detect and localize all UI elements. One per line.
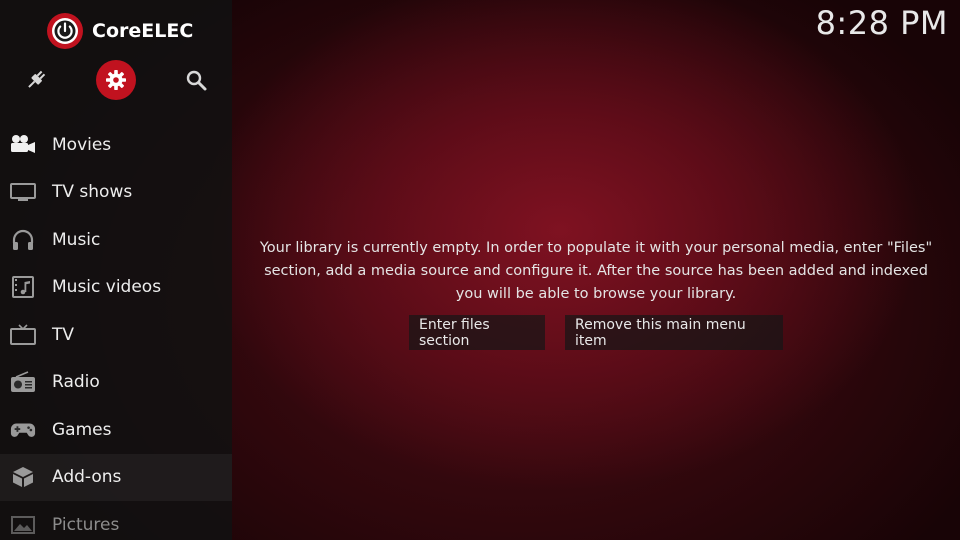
sidebar-item-label: Music videos bbox=[52, 277, 162, 298]
headphones-icon bbox=[10, 227, 36, 253]
sidebar-item-label: Pictures bbox=[52, 514, 120, 535]
sidebar-item-label: Add-ons bbox=[52, 467, 122, 488]
kodi-home-screen: CoreELEC Movies TV shows Music Music vid… bbox=[0, 0, 960, 540]
clock: 8:28 PM bbox=[815, 4, 948, 42]
sidebar-item-tv-shows[interactable]: TV shows bbox=[0, 169, 232, 217]
movie-camera-icon bbox=[10, 132, 36, 158]
sidebar-item-radio[interactable]: Radio bbox=[0, 359, 232, 407]
sidebar-item-music[interactable]: Music bbox=[0, 216, 232, 264]
top-icon-bar bbox=[0, 60, 232, 102]
monitor-icon bbox=[10, 179, 36, 205]
main-menu: Movies TV shows Music Music videos TV Ra… bbox=[0, 121, 232, 540]
picture-icon bbox=[10, 512, 36, 538]
action-buttons: Enter files section Remove this main men… bbox=[409, 315, 803, 350]
sidebar-item-label: TV shows bbox=[52, 182, 133, 203]
power-plug-icon[interactable] bbox=[16, 60, 56, 100]
sidebar-item-tv[interactable]: TV bbox=[0, 311, 232, 359]
sidebar-item-label: Radio bbox=[52, 372, 100, 393]
sidebar-item-movies[interactable]: Movies bbox=[0, 121, 232, 169]
sidebar-item-add-ons[interactable]: Add-ons bbox=[0, 453, 232, 501]
gear-icon[interactable] bbox=[96, 60, 136, 100]
radio-icon bbox=[10, 369, 36, 395]
sidebar-item-label: Music bbox=[52, 229, 101, 250]
power-logo-icon bbox=[46, 12, 84, 50]
sidebar-item-music-videos[interactable]: Music videos bbox=[0, 264, 232, 312]
sidebar-item-label: Games bbox=[52, 419, 112, 440]
coreelec-logo: CoreELEC bbox=[46, 10, 193, 52]
enter-files-section-button[interactable]: Enter files section bbox=[409, 315, 545, 350]
addons-box-icon bbox=[10, 464, 36, 490]
sidebar-item-label: Movies bbox=[52, 134, 112, 155]
sidebar-item-label: TV bbox=[52, 324, 75, 345]
brand-name: CoreELEC bbox=[92, 20, 194, 42]
sidebar-item-pictures[interactable]: Pictures bbox=[0, 501, 232, 540]
remove-menu-item-button[interactable]: Remove this main menu item bbox=[565, 315, 783, 350]
search-icon[interactable] bbox=[176, 60, 216, 100]
music-video-icon bbox=[10, 274, 36, 300]
sidebar: CoreELEC Movies TV shows Music Music vid… bbox=[0, 0, 232, 540]
gamepad-icon bbox=[10, 417, 36, 443]
tv-icon bbox=[10, 322, 36, 348]
sidebar-item-games[interactable]: Games bbox=[0, 406, 232, 454]
empty-library-message: Your library is currently empty. In orde… bbox=[259, 240, 933, 302]
